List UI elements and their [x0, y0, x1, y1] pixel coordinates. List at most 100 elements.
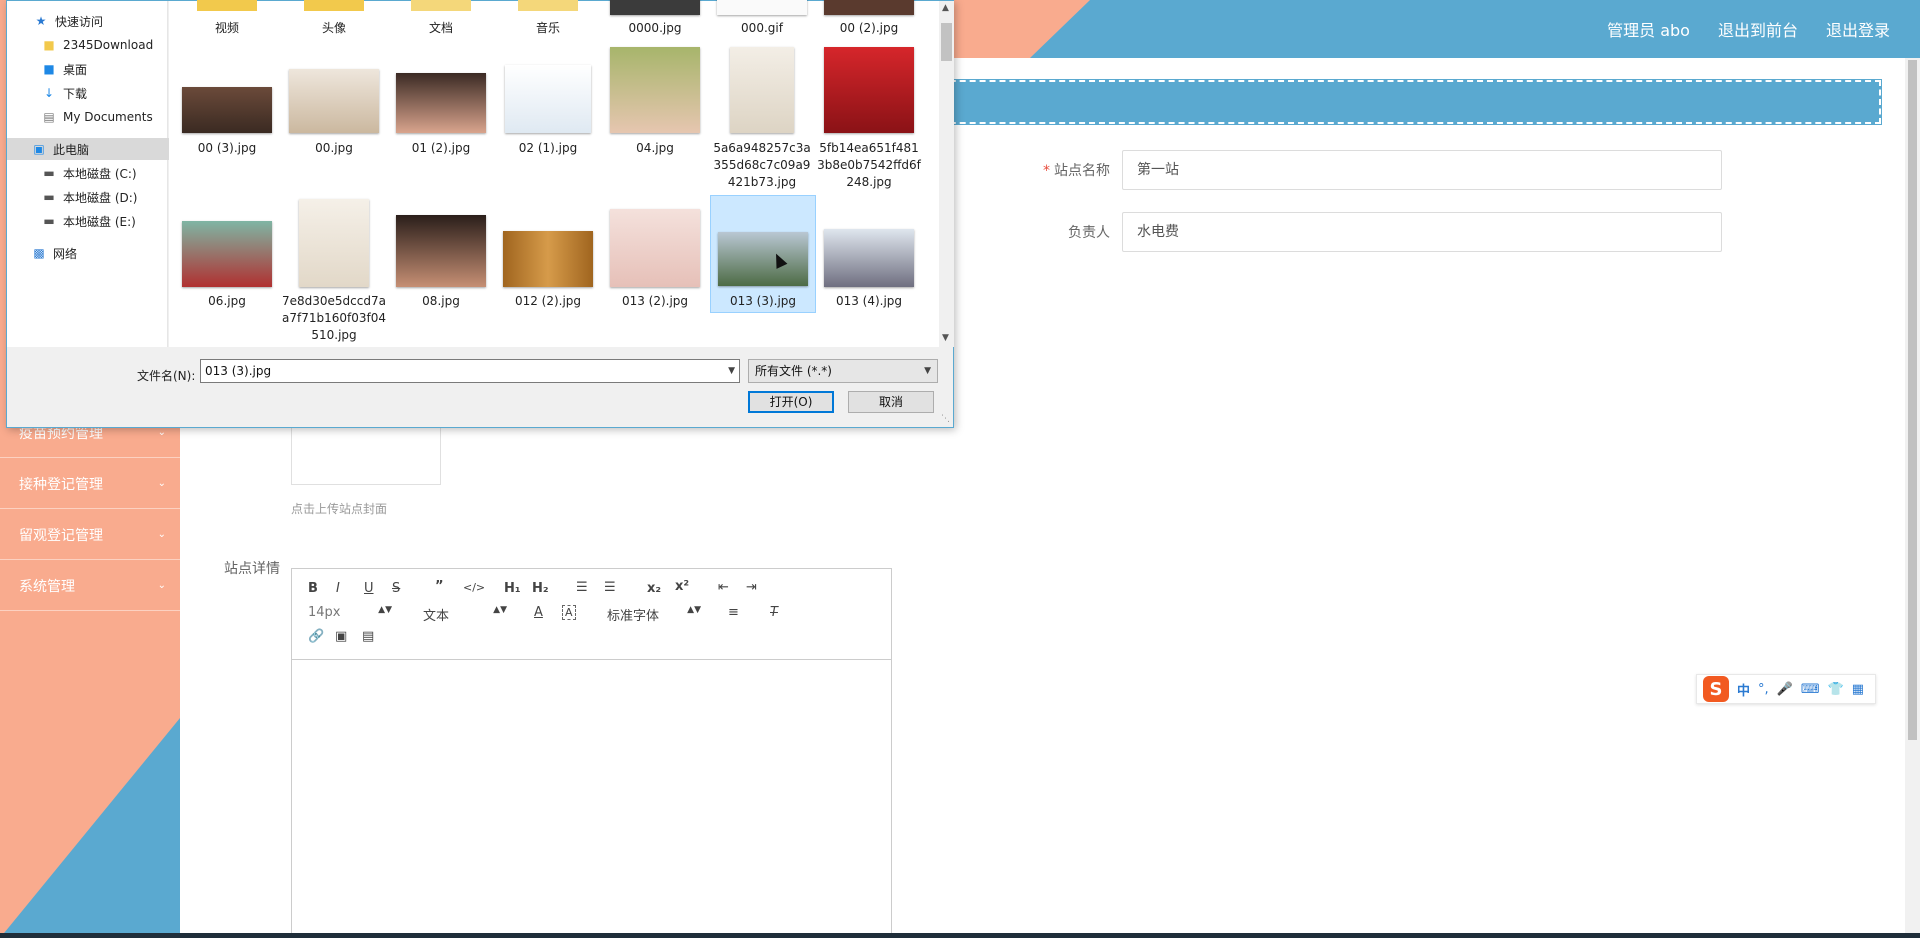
clear-format-icon[interactable]: T — [770, 605, 778, 620]
file-tile[interactable]: 7e8d30e5dccd7aa7f71b160f03f04510.jpg — [282, 197, 386, 347]
file-tile[interactable]: 0000.jpg — [603, 0, 707, 41]
strikethrough-icon[interactable]: S — [392, 581, 400, 596]
file-tile[interactable]: 000.gif — [710, 0, 814, 41]
superscript-icon[interactable]: x² — [675, 579, 689, 594]
star-icon: ★ — [35, 14, 47, 28]
indent-icon[interactable]: ⇥ — [746, 580, 757, 595]
image-thumbnail — [299, 199, 369, 287]
toolbox-icon[interactable]: ▦ — [1852, 682, 1864, 697]
background-color-icon[interactable]: A — [562, 605, 576, 620]
link-icon[interactable]: 🔗 — [308, 629, 324, 644]
video-icon[interactable]: ▤ — [362, 629, 374, 644]
image-thumbnail — [505, 65, 591, 133]
ime-toolbar: S 中 °, 🎤 ⌨ 👕 ▦ — [1696, 674, 1876, 704]
image-thumbnail — [824, 0, 914, 15]
image-thumbnail — [824, 229, 914, 287]
image-thumbnail — [610, 47, 700, 133]
chevron-down-icon[interactable]: ▼ — [728, 360, 735, 382]
scrollbar-thumb[interactable] — [941, 23, 952, 61]
file-tile[interactable]: 012 (2).jpg — [496, 197, 600, 347]
station-name-input[interactable]: 第一站 — [1122, 150, 1722, 190]
scrollbar-thumb[interactable] — [1908, 60, 1917, 740]
back-to-frontend-link[interactable]: 退出到前台 — [1718, 17, 1798, 41]
manager-input[interactable]: 水电费 — [1122, 212, 1722, 252]
blockquote-icon[interactable]: ” — [435, 579, 444, 594]
dialog-file-list: 视频 头像 文档 音乐 0000.jpg 000.gif 00 (2).jpg — [169, 0, 939, 347]
sidebar-item-system-management[interactable]: 系统管理 ⌄ — [0, 561, 180, 611]
font-color-icon[interactable]: A — [534, 605, 543, 620]
outdent-icon[interactable]: ⇤ — [718, 580, 729, 595]
chinese-mode-icon[interactable]: 中 — [1737, 680, 1750, 699]
bold-icon[interactable]: B — [308, 581, 318, 596]
ordered-list-icon[interactable]: ☰ — [576, 580, 588, 595]
bullet-list-icon[interactable]: ☰ — [604, 580, 616, 595]
open-button[interactable]: 打开(O) — [748, 391, 834, 413]
file-tile[interactable]: 音乐 — [496, 0, 600, 41]
sidebar-item-observation-registration[interactable]: 留观登记管理 ⌄ — [0, 510, 180, 560]
folder-icon — [197, 0, 257, 11]
sidebar-item-vaccination-registration[interactable]: 接种登记管理 ⌄ — [0, 459, 180, 509]
desktop-icon: ■ — [43, 62, 55, 76]
file-tile[interactable]: 06.jpg — [175, 197, 279, 347]
nav-item-quick-access[interactable]: ★ 快速访问 — [7, 10, 193, 32]
italic-icon[interactable]: I — [336, 581, 340, 596]
underline-icon[interactable]: U — [364, 581, 374, 596]
punctuation-icon[interactable]: °, — [1758, 682, 1769, 697]
dialog-nav-pane: ★ 快速访问 ■ 2345Download 📌 ■ 桌面 📌 ↓ 下载 📌 ▤ … — [7, 1, 197, 347]
file-list-scrollbar[interactable]: ▲ ▼ — [939, 1, 954, 347]
file-tile[interactable]: 5fb14ea651f4813b8e0b7542ffd6f248.jpg — [817, 45, 921, 195]
station-name-label: * 站点名称 — [1043, 163, 1110, 179]
keyboard-icon[interactable]: ⌨ — [1801, 682, 1820, 697]
subscript-icon[interactable]: x₂ — [647, 581, 661, 596]
file-tile[interactable]: 文档 — [389, 0, 493, 41]
font-family-select[interactable]: 标准字体 ▲▼ — [607, 605, 701, 624]
logout-link[interactable]: 退出登录 — [1826, 17, 1890, 41]
file-tile[interactable]: 头像 — [282, 0, 386, 41]
file-tile[interactable]: 00.jpg — [282, 45, 386, 195]
sidebar-decoration — [0, 718, 180, 938]
file-tile[interactable]: 02 (1).jpg — [496, 45, 600, 195]
font-size-select[interactable]: 14px ▲▼ — [308, 605, 392, 620]
image-thumbnail — [396, 215, 486, 287]
chevron-down-icon: ⌄ — [157, 529, 166, 540]
sogou-logo-icon[interactable]: S — [1703, 676, 1729, 702]
editor-toolbar: B I U S ” </> H₁ H₂ ☰ ☰ x₂ x² ⇤ ⇥ 14px ▲▼… — [292, 569, 891, 660]
file-tile[interactable]: 视频 — [175, 0, 279, 41]
file-tile[interactable]: 5a6a948257c3a355d68c7c09a9421b73.jpg — [710, 45, 814, 195]
editor-content-area[interactable] — [292, 660, 891, 937]
file-tile[interactable]: 04.jpg — [603, 45, 707, 195]
file-tile-selected[interactable]: 013 (3).jpg — [710, 195, 816, 313]
filename-input[interactable]: 013 (3).jpg ▼ — [200, 359, 740, 383]
sidebar-item-label: 接种登记管理 — [19, 476, 103, 493]
heading-2-icon[interactable]: H₂ — [532, 581, 549, 596]
resize-grip-icon[interactable]: ⋱ — [941, 414, 950, 424]
file-tile[interactable]: 01 (2).jpg — [389, 45, 493, 195]
cancel-button[interactable]: 取消 — [848, 391, 934, 413]
file-tile[interactable]: 08.jpg — [389, 197, 493, 347]
nav-item-this-pc[interactable]: ▣ 此电脑 — [7, 138, 191, 160]
text-type-select[interactable]: 文本 ▲▼ — [423, 605, 507, 624]
image-icon[interactable]: ▣ — [335, 629, 347, 644]
code-block-icon[interactable]: </> — [463, 581, 485, 594]
filetype-select[interactable]: 所有文件 (*.*) ▼ — [748, 359, 938, 383]
folder-icon — [518, 0, 578, 11]
select-arrows-icon: ▲▼ — [493, 605, 507, 615]
filename-label: 文件名(N): — [137, 369, 196, 383]
file-tile[interactable]: 00 (3).jpg — [175, 45, 279, 195]
page-scrollbar[interactable] — [1905, 58, 1920, 938]
chevron-down-icon: ⌄ — [157, 478, 166, 489]
select-arrows-icon: ▲▼ — [687, 605, 701, 615]
align-icon[interactable]: ≡ — [728, 605, 739, 620]
chevron-down-icon: ▼ — [924, 366, 931, 376]
folder-icon: ■ — [43, 38, 55, 52]
heading-1-icon[interactable]: H₁ — [504, 581, 521, 596]
skin-shirt-icon[interactable]: 👕 — [1828, 682, 1844, 697]
nav-item-network[interactable]: ▩ 网络 — [7, 242, 191, 264]
scroll-up-icon[interactable]: ▲ — [942, 3, 949, 13]
file-tile[interactable]: 013 (4).jpg — [817, 197, 921, 347]
file-tile[interactable]: 013 (2).jpg — [603, 197, 707, 347]
drive-icon: ▬ — [43, 214, 55, 228]
file-tile[interactable]: 00 (2).jpg — [817, 0, 921, 41]
microphone-icon[interactable]: 🎤 — [1777, 682, 1793, 697]
scroll-down-icon[interactable]: ▼ — [942, 333, 949, 343]
